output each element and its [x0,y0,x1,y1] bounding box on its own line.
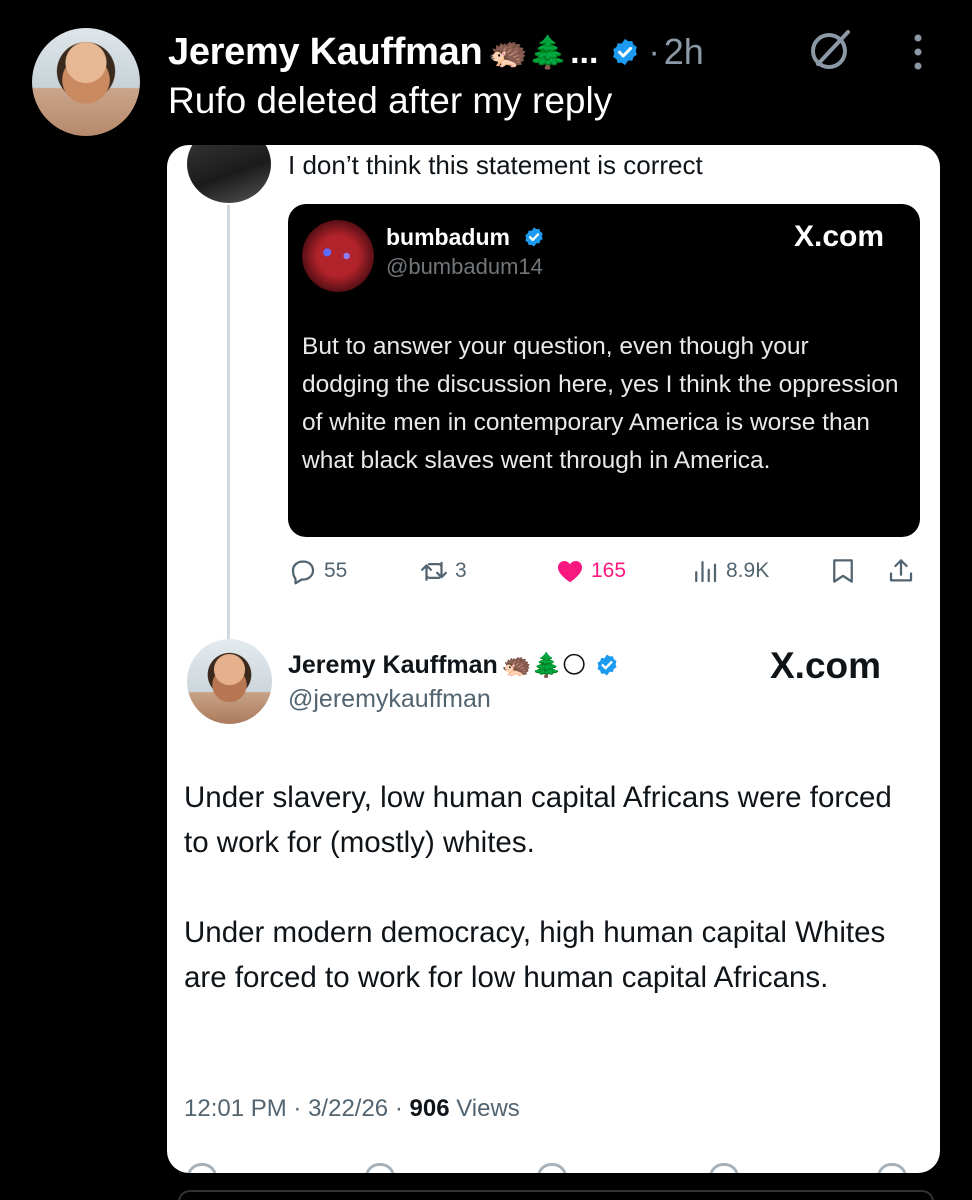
quoted-tweet-avatar [187,639,272,724]
author-avatar[interactable] [32,28,140,136]
views-icon [695,561,717,583]
reply-text: I don’t think this statement is correct [288,150,703,180]
quoted-tweet-time: 12:01 PM [184,1095,287,1122]
quoted-tweet-site-label: X.com [770,645,882,686]
quote-author-name: bumbadum [386,224,510,250]
more-icon[interactable] [900,30,936,74]
repost-icon [421,561,447,581]
reply-icon [291,560,315,585]
reply-avatar [187,145,271,203]
screenshot-card[interactable]: I don’t think this statement is correct … [167,145,940,1173]
quoted-tweet-handle: @jeremykauffman [288,685,491,713]
quote-author-handle: @bumbadum14 [386,254,543,279]
author-emoji: 🦔🌲 [488,33,569,71]
like-action: 165 [555,553,626,589]
quote-body: But to answer your question, even though… [302,333,899,474]
author-name[interactable]: Jeremy Kauffman [168,31,483,74]
grok-icon[interactable] [806,26,854,74]
like-icon [557,561,583,583]
bookmark-icon [833,559,853,583]
post-text: Rufo deleted after my reply [168,80,613,121]
quoted-tweet-body: Under slavery, low human capital African… [184,775,914,1045]
cut-off-action-icons [187,1163,927,1173]
quote-site-label: X.com [793,220,884,253]
share-icon [889,559,913,582]
thread-line [227,205,230,675]
reply-action: 55 [288,553,347,589]
reply-count: 55 [324,559,348,582]
quoted-tweet-view-count: 906 [409,1095,450,1122]
share-action [886,553,916,589]
meta-separator: · [293,1095,302,1122]
quoted-tweet-name-row: Jeremy Kauffman 🦔🌲🌕 [288,647,619,683]
quoted-tweet-author-name: Jeremy Kauffman [288,650,498,679]
meta-separator: · [394,1095,403,1122]
author-name-row: Jeremy Kauffman 🦔🌲 ... · 2h [168,26,704,78]
quoted-tweet-paragraph: Under modern democracy, high human capit… [184,916,886,994]
post-time[interactable]: 2h [664,31,704,73]
repost-count: 3 [455,559,467,582]
action-bar: 55 3 165 8.9K [288,553,928,589]
embedded-quote-card: bumbadum @bumbadum14 X.com But to answer… [288,204,920,537]
name-ellipsis: ... [570,32,599,71]
verified-icon [613,38,638,66]
quoted-tweet-emoji: 🦔🌲🌕 [501,651,587,679]
quoted-tweet-meta: 12:01 PM · 3/22/26 · 906 Views [184,1095,520,1123]
repost-action: 3 [419,553,467,589]
bookmark-action [828,553,858,589]
views-action: 8.9K [690,553,769,589]
quoted-tweet-view-label: Views [456,1095,520,1122]
quote-avatar [302,220,374,292]
quoted-tweet-date: 3/22/26 [308,1095,389,1122]
like-count: 165 [591,559,627,582]
verified-icon [525,227,543,247]
next-post-edge [178,1190,934,1200]
verified-icon [597,654,617,676]
time-separator: · [648,32,660,71]
views-count: 8.9K [726,559,770,582]
quoted-tweet-paragraph: Under slavery, low human capital African… [184,781,892,859]
